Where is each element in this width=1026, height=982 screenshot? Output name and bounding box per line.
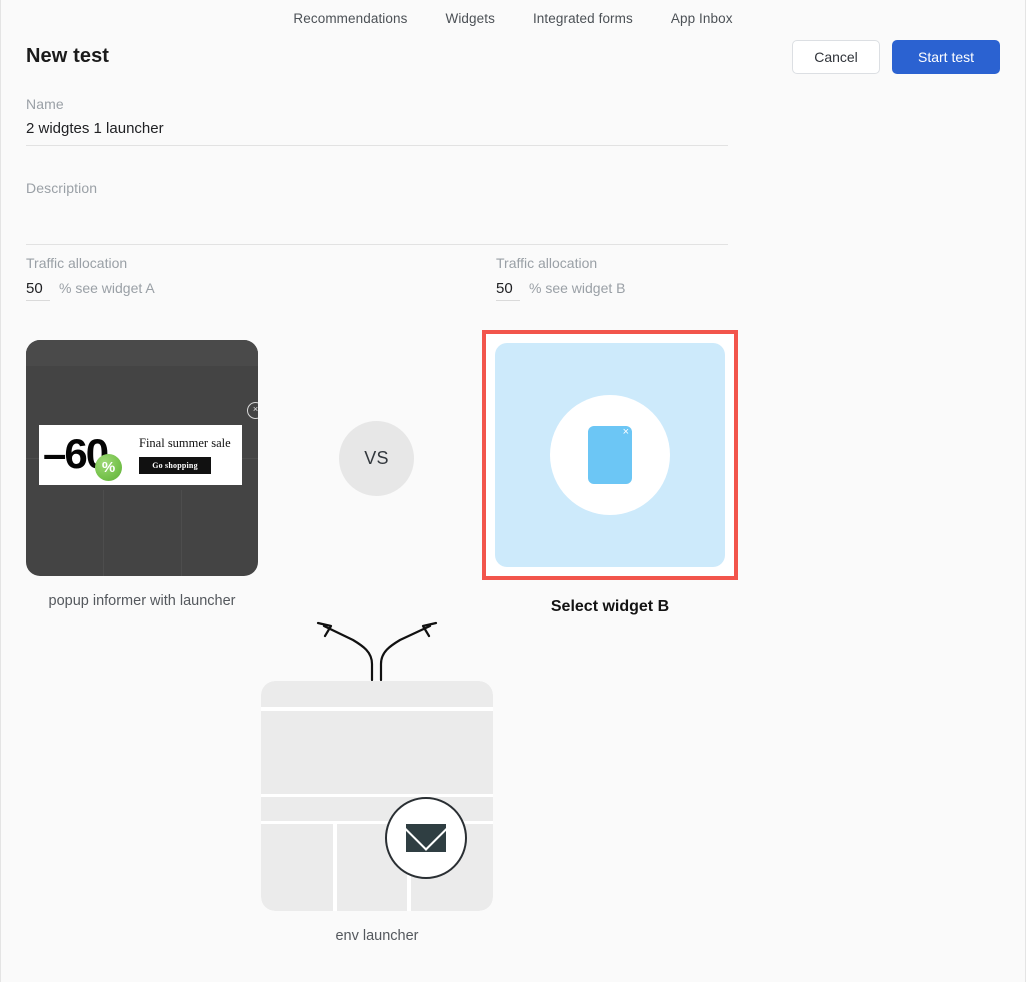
header-actions: Cancel Start test [792,40,1000,74]
launcher-body-block [261,711,493,794]
widget-b-caption: Select widget B [550,598,670,615]
name-input[interactable]: 2 widgtes 1 launcher [26,120,728,137]
traffic-a-label: Traffic allocation [26,255,128,271]
traffic-allocation-b: Traffic allocation 50 % see widget B [496,255,966,301]
preview-column-divider [103,490,104,576]
traffic-allocation-row: Traffic allocation 50 % see widget A Tra… [26,255,1006,301]
promo-banner: –60 % Final summer sale Go shopping [39,425,242,485]
traffic-b-label: Traffic allocation [496,255,598,271]
envelope-glyph [406,824,446,852]
cancel-button[interactable]: Cancel [792,40,880,74]
widget-a[interactable]: –60 % Final summer sale Go shopping × po… [26,340,258,609]
preview-column-divider [181,490,182,576]
traffic-allocation-a: Traffic allocation 50 % see widget A [26,255,496,301]
description-label: Description [26,180,98,196]
description-field-group: Description [26,180,728,245]
start-test-button[interactable]: Start test [892,40,1000,74]
name-field-group: Name 2 widgtes 1 launcher [26,96,728,146]
widget-b-panel-icon: × [588,426,632,484]
close-icon[interactable]: × [623,426,629,438]
close-icon[interactable]: × [247,402,258,419]
widget-b-circle: × [550,395,670,515]
vs-badge: VS [339,421,414,496]
traffic-a-suffix: % see widget A [59,280,155,296]
page-header: New test Cancel Start test [26,40,1000,84]
arrows-icon [316,621,438,682]
nav-item-recommendations[interactable]: Recommendations [293,11,407,26]
test-form: Name 2 widgtes 1 launcher Description [26,96,728,245]
widget-b-preview[interactable]: × [495,343,725,567]
promo-cta-button[interactable]: Go shopping [139,457,211,474]
traffic-b-line: 50 % see widget B [496,280,966,301]
name-label: Name [26,96,64,112]
launcher-widget[interactable]: env launcher [261,681,493,944]
preview-top-band [26,340,258,366]
widget-b[interactable]: × Select widget B [482,330,738,616]
traffic-b-suffix: % see widget B [529,280,626,296]
nav-item-widgets[interactable]: Widgets [445,11,494,26]
nav-item-integrated-forms[interactable]: Integrated forms [533,11,633,26]
promo-headline: Final summer sale [139,436,231,450]
traffic-a-input[interactable]: 50 [26,280,50,301]
envelope-icon[interactable] [385,797,467,879]
branch-arrows [313,620,443,682]
promo-percent-badge: % [95,454,122,481]
promo-discount-group: –60 % [39,425,137,485]
page-title: New test [26,45,110,67]
launcher-preview[interactable] [261,681,493,911]
nav-item-app-inbox[interactable]: App Inbox [671,11,733,26]
top-navigation: Recommendations Widgets Integrated forms… [1,0,1025,36]
traffic-a-line: 50 % see widget A [26,280,496,301]
app-page: Recommendations Widgets Integrated forms… [0,0,1026,982]
widget-a-preview[interactable]: –60 % Final summer sale Go shopping × [26,340,258,576]
launcher-tile [261,824,333,911]
promo-text-group: Final summer sale Go shopping [137,436,242,474]
widget-a-caption: popup informer with launcher [48,593,236,609]
traffic-b-input[interactable]: 50 [496,280,520,301]
launcher-header-block [261,681,493,707]
launcher-caption: env launcher [335,928,419,944]
widget-b-selection-frame[interactable]: × [482,330,738,580]
